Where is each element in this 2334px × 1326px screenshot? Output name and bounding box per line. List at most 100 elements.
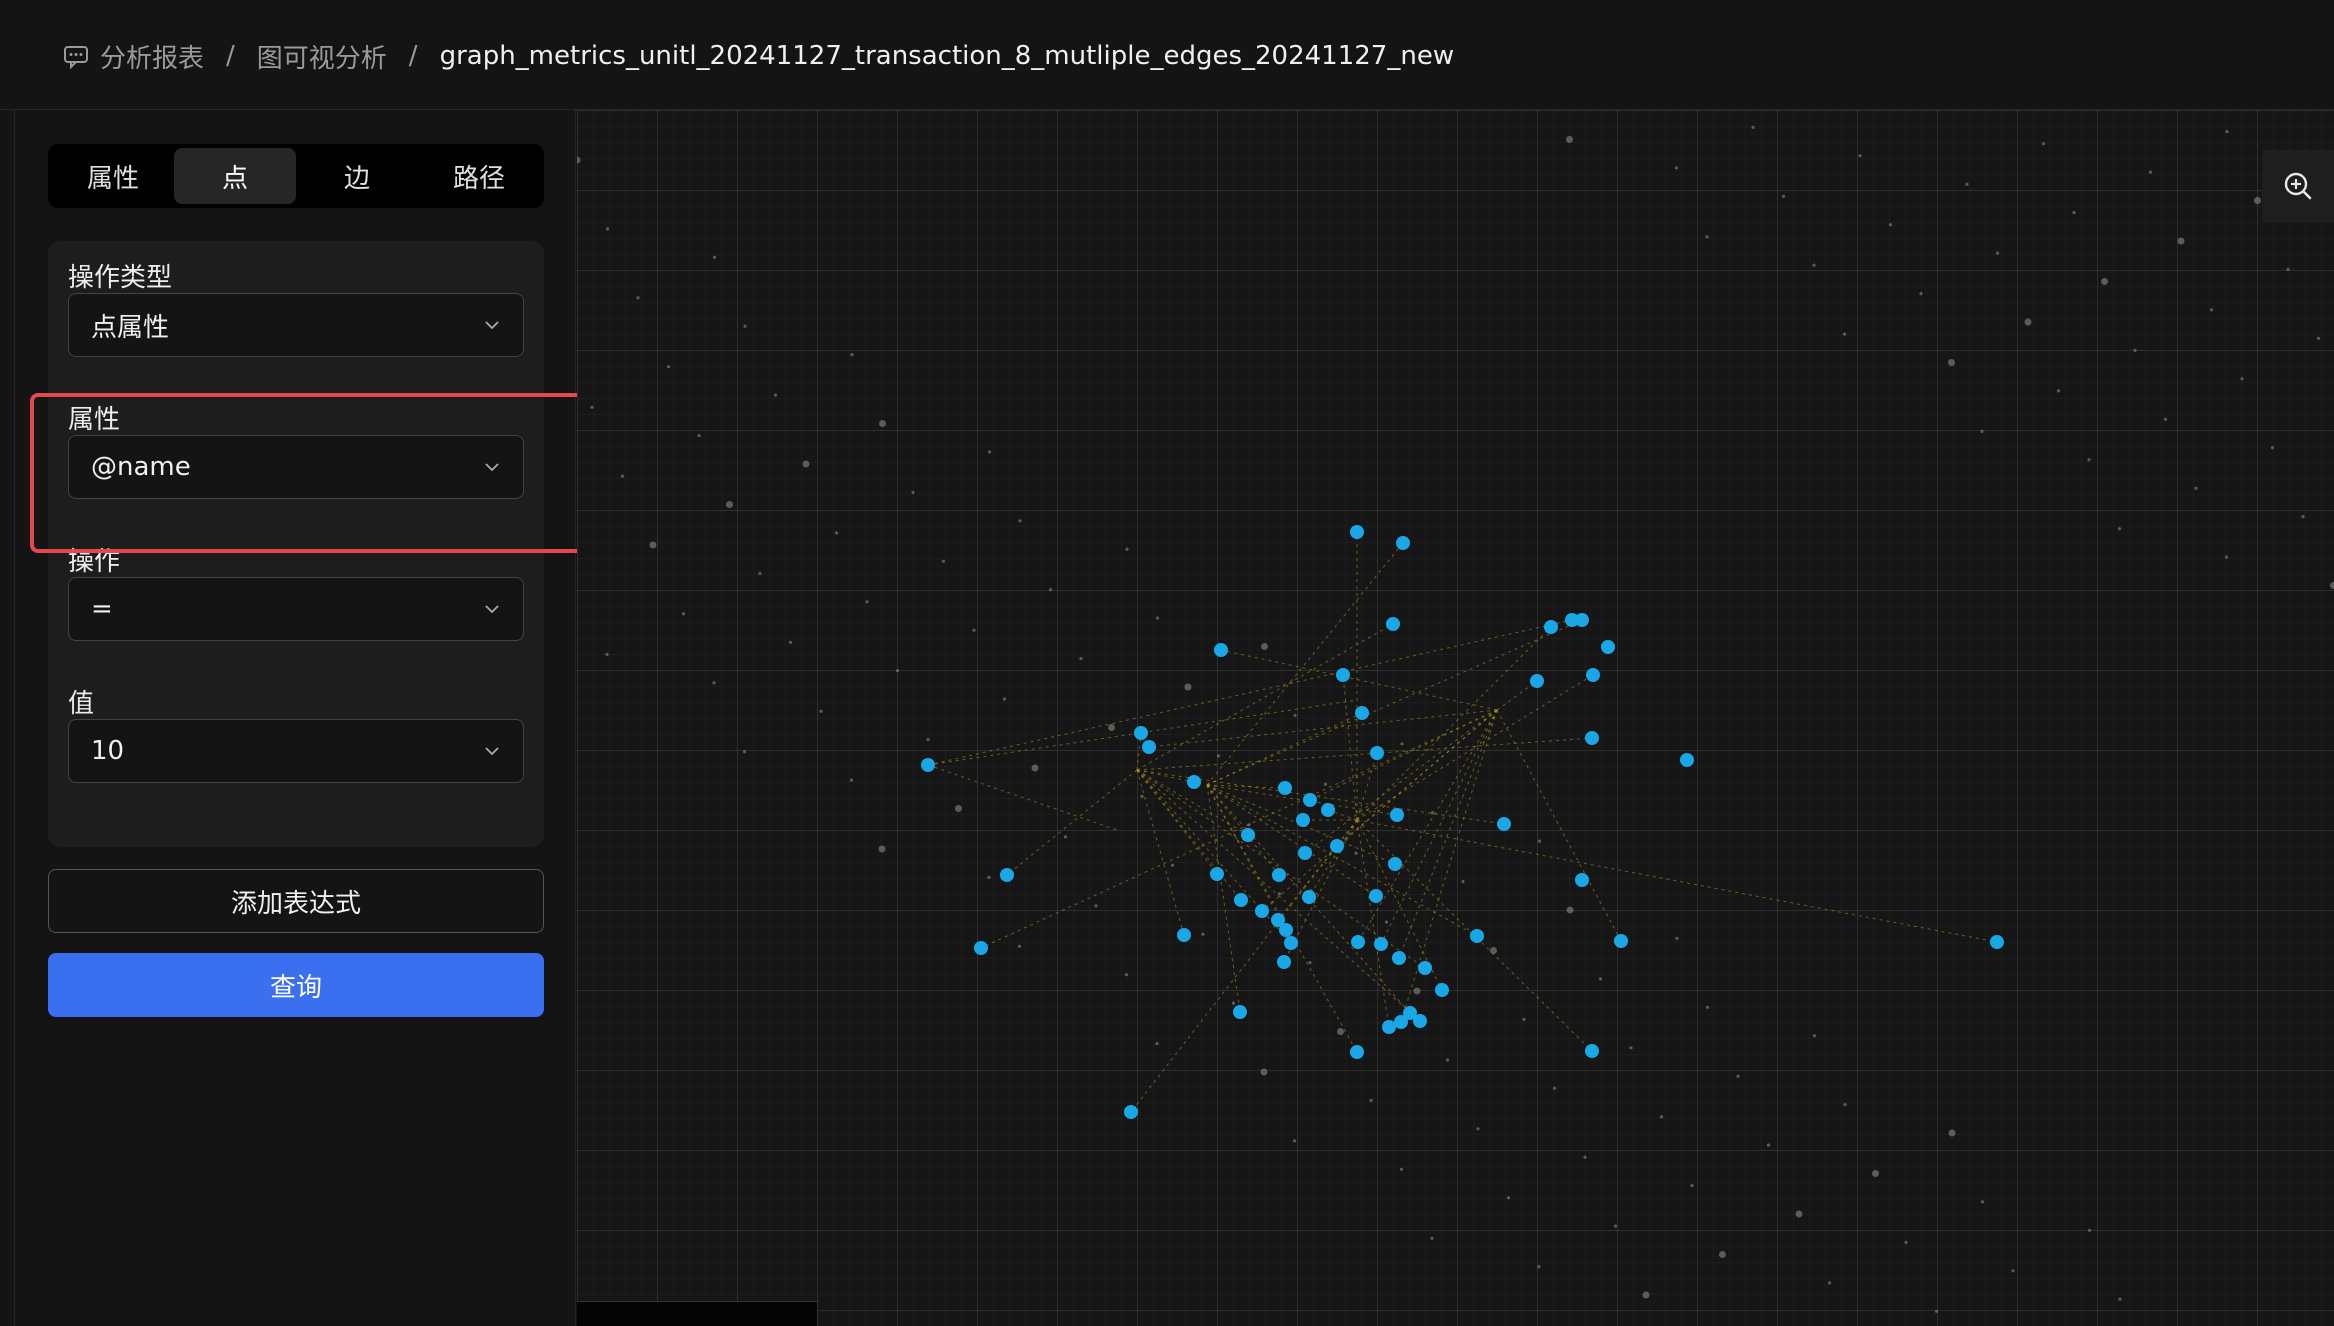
background-node[interactable]: [1430, 811, 1435, 815]
background-node[interactable]: [850, 353, 854, 357]
background-node[interactable]: [1108, 724, 1115, 731]
background-node[interactable]: [1888, 223, 1893, 227]
graph-edge[interactable]: [1148, 709, 1498, 748]
background-node[interactable]: [926, 738, 930, 742]
graph-node[interactable]: [1435, 983, 1449, 997]
background-node[interactable]: [1384, 920, 1389, 924]
background-node[interactable]: [1872, 1170, 1879, 1177]
graph-node[interactable]: [1382, 1020, 1396, 1034]
background-node[interactable]: [1948, 1129, 1956, 1137]
background-node[interactable]: [1674, 166, 1679, 170]
attribute-select[interactable]: @name: [68, 435, 524, 499]
background-node[interactable]: [1216, 754, 1221, 758]
graph-edge[interactable]: [1400, 709, 1498, 1023]
graph-edge[interactable]: [1206, 784, 1398, 816]
graph-edge[interactable]: [1356, 819, 1998, 943]
tab-attributes[interactable]: 属性: [52, 148, 174, 204]
background-node[interactable]: [1690, 1184, 1694, 1188]
graph-edge[interactable]: [1342, 674, 1358, 821]
background-node[interactable]: [955, 805, 962, 812]
graph-edge[interactable]: [1356, 819, 1390, 1028]
graph-node[interactable]: [1418, 961, 1432, 975]
background-node[interactable]: [1843, 1103, 1847, 1107]
graph-node[interactable]: [1374, 937, 1388, 951]
graph-node[interactable]: [1303, 793, 1317, 807]
graph-node[interactable]: [1355, 706, 1369, 720]
background-node[interactable]: [2118, 1297, 2122, 1301]
graph-edge[interactable]: [1309, 709, 1498, 801]
background-node[interactable]: [788, 640, 793, 644]
graph-node[interactable]: [1321, 803, 1335, 817]
background-node[interactable]: [605, 652, 609, 657]
graph-node[interactable]: [1279, 923, 1293, 937]
graph-node[interactable]: [1330, 839, 1344, 853]
background-node[interactable]: [1094, 904, 1098, 908]
background-node[interactable]: [1613, 1224, 1618, 1228]
zoom-in-button[interactable]: [2262, 150, 2334, 222]
background-node[interactable]: [2224, 555, 2229, 559]
background-node[interactable]: [1031, 764, 1039, 772]
background-node[interactable]: [1048, 588, 1053, 592]
graph-edge[interactable]: [1496, 709, 1622, 942]
background-node[interactable]: [972, 628, 976, 632]
background-node[interactable]: [1919, 292, 1923, 296]
background-node[interactable]: [2056, 389, 2061, 393]
background-node[interactable]: [2270, 446, 2275, 450]
background-node[interactable]: [2330, 582, 2334, 589]
background-node[interactable]: [1018, 519, 1022, 523]
graph-edge[interactable]: [1006, 769, 1138, 876]
graph-edge[interactable]: [1356, 626, 1552, 821]
background-node[interactable]: [1293, 713, 1297, 718]
graph-edge[interactable]: [1206, 712, 1363, 786]
background-node[interactable]: [849, 778, 854, 782]
background-node[interactable]: [1642, 1291, 1650, 1299]
background-node[interactable]: [2041, 142, 2046, 146]
background-node[interactable]: [1079, 657, 1083, 661]
background-node[interactable]: [1231, 1001, 1236, 1005]
graph-node[interactable]: [1277, 955, 1291, 969]
background-node[interactable]: [1506, 1196, 1511, 1200]
background-node[interactable]: [1766, 1143, 1771, 1147]
background-node[interactable]: [2301, 515, 2305, 519]
background-node[interactable]: [649, 541, 657, 549]
graph-node[interactable]: [1284, 936, 1298, 950]
graph-edge[interactable]: [1130, 819, 1358, 1113]
background-node[interactable]: [895, 669, 900, 673]
background-node[interactable]: [2225, 130, 2229, 134]
add-expression-button[interactable]: 添加表达式: [48, 869, 544, 933]
graph-node[interactable]: [1351, 935, 1365, 949]
background-node[interactable]: [1461, 880, 1465, 884]
minimap[interactable]: [577, 1301, 818, 1326]
background-node[interactable]: [1369, 1098, 1373, 1102]
graph-node[interactable]: [921, 758, 935, 772]
background-node[interactable]: [1170, 863, 1175, 867]
graph-node[interactable]: [1585, 1044, 1599, 1058]
background-node[interactable]: [2163, 417, 2168, 421]
graph-node[interactable]: [1124, 1105, 1138, 1119]
background-node[interactable]: [1812, 1034, 1817, 1038]
background-node[interactable]: [742, 750, 747, 754]
graph-edge[interactable]: [1398, 709, 1498, 959]
graph-node[interactable]: [1403, 1006, 1417, 1020]
graph-edge[interactable]: [927, 619, 1573, 766]
background-node[interactable]: [1445, 1058, 1450, 1062]
background-node[interactable]: [1629, 1046, 1633, 1050]
operator-select[interactable]: =: [68, 577, 524, 641]
breadcrumb-item-reports[interactable]: 分析报表: [100, 38, 204, 75]
background-node[interactable]: [1598, 977, 1603, 981]
background-node[interactable]: [758, 571, 762, 575]
background-node[interactable]: [1965, 182, 1969, 186]
breadcrumb-item-graph-analysis[interactable]: 图可视分析: [257, 38, 387, 75]
background-node[interactable]: [1552, 1086, 1557, 1090]
graph-edge[interactable]: [1206, 784, 1287, 931]
graph-edge[interactable]: [1136, 769, 1185, 936]
background-node[interactable]: [819, 709, 823, 713]
graph-node[interactable]: [1386, 617, 1400, 631]
graph-node[interactable]: [1210, 867, 1224, 881]
graph-node[interactable]: [1272, 868, 1286, 882]
background-node[interactable]: [1827, 1281, 1832, 1285]
graph-edge[interactable]: [1220, 649, 1498, 711]
graph-node[interactable]: [1177, 928, 1191, 942]
background-node[interactable]: [1705, 1005, 1710, 1009]
background-node[interactable]: [1675, 936, 1679, 941]
